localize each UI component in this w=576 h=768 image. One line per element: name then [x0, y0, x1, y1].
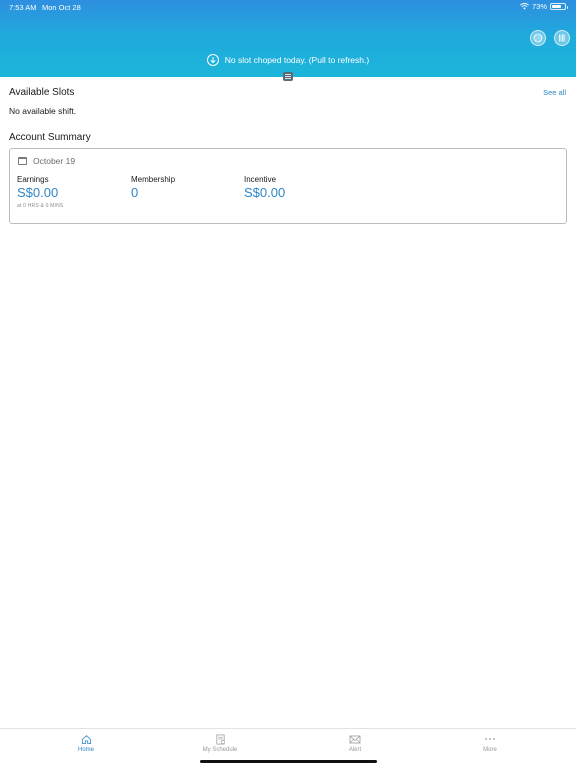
membership-metric: Membership 0	[131, 175, 175, 200]
tab-more-label: More	[483, 747, 497, 753]
header: 7:53 AM Mon Oct 28 73% No slot choped to…	[0, 0, 576, 77]
tab-home[interactable]: Home	[46, 733, 126, 753]
account-summary-card: October 19 Earnings S$0.00 at 0 HRS & 0 …	[9, 148, 567, 224]
tab-home-label: Home	[77, 747, 94, 753]
globe-button[interactable]	[530, 30, 546, 46]
menu-handle-icon[interactable]	[283, 72, 293, 81]
battery-percent: 73%	[531, 2, 547, 11]
more-icon	[484, 733, 496, 745]
status-time: 7:53 AM	[9, 3, 37, 12]
tab-alert-label: Alert	[348, 747, 362, 753]
mail-icon	[349, 733, 361, 745]
schedule-icon	[214, 733, 226, 745]
account-summary-title: Account Summary	[9, 132, 91, 143]
arrow-down-icon	[206, 54, 219, 66]
earnings-label: Earnings	[17, 175, 49, 184]
tab-my-schedule[interactable]: My Schedule	[180, 733, 260, 753]
battery-icon	[550, 3, 568, 10]
no-shift-message: No available shift.	[9, 106, 77, 116]
home-indicator	[200, 760, 377, 763]
see-all-link[interactable]: See all	[543, 88, 566, 97]
membership-label: Membership	[131, 175, 176, 184]
summary-date-label: October 19	[33, 156, 76, 166]
barcode-icon	[559, 34, 566, 42]
globe-icon	[533, 33, 543, 43]
incentive-label: Incentive	[244, 175, 277, 184]
status-indicators: 73%	[520, 2, 568, 11]
earnings-metric: Earnings S$0.00 at 0 HRS & 0 MINS	[17, 175, 63, 209]
incentive-value: S$0.00	[244, 185, 286, 200]
home-icon	[80, 733, 92, 745]
earnings-value: S$0.00	[17, 185, 59, 200]
status-bar: 7:53 AM Mon Oct 28 73%	[0, 0, 576, 14]
pull-to-refresh-banner[interactable]: No slot choped today. (Pull to refresh.)	[0, 54, 576, 66]
summary-date: October 19	[18, 156, 75, 166]
wifi-icon	[520, 3, 529, 10]
app-screen: 7:53 AM Mon Oct 28 73% No slot choped to…	[0, 0, 576, 768]
tab-alert[interactable]: Alert	[315, 733, 395, 753]
tab-my-schedule-label: My Schedule	[202, 747, 238, 753]
status-date: Mon Oct 28	[42, 3, 81, 12]
incentive-metric: Incentive S$0.00	[244, 175, 285, 200]
available-slots-title: Available Slots	[9, 87, 75, 98]
barcode-button[interactable]	[554, 30, 570, 46]
membership-value: 0	[131, 185, 139, 200]
calendar-icon	[18, 157, 27, 165]
earnings-hours: at 0 HRS & 0 MINS	[17, 203, 64, 209]
tab-more[interactable]: More	[450, 733, 530, 753]
pull-message: No slot choped today. (Pull to refresh.)	[224, 55, 370, 65]
